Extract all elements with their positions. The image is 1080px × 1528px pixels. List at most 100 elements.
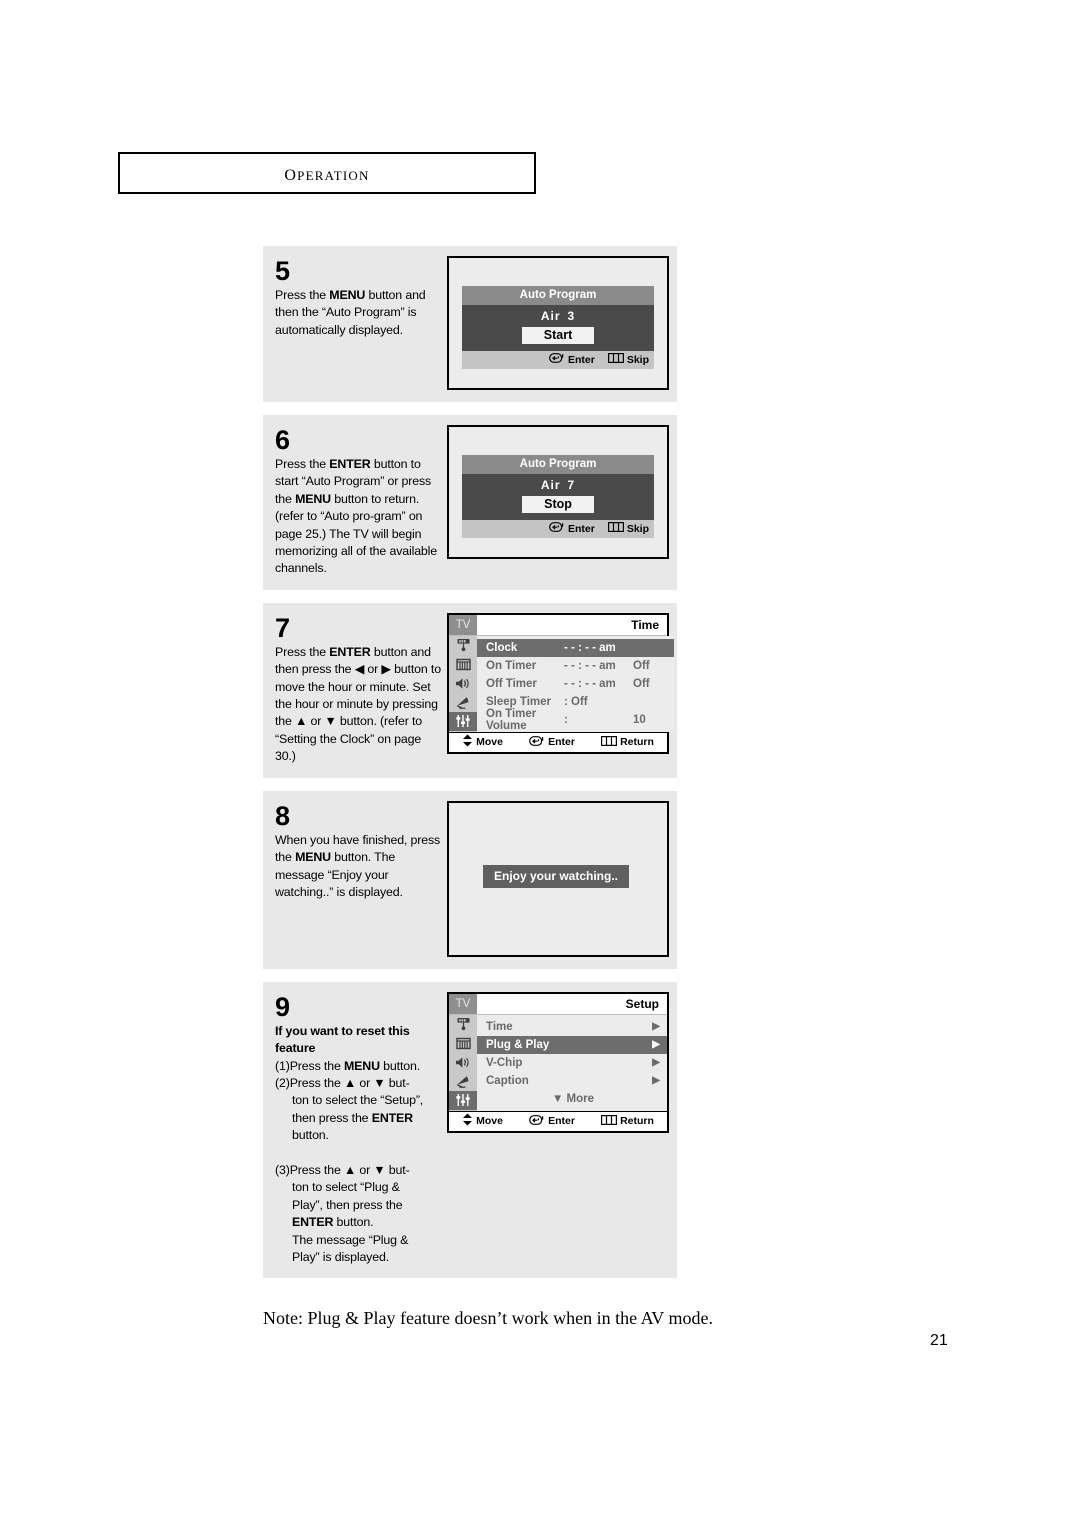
step-7: 7 Press the ENTER button and then press t… [263, 602, 677, 778]
footer-hint-move[interactable]: Move [462, 734, 503, 750]
enter-icon [549, 522, 565, 535]
step-number: 8 [275, 800, 291, 831]
osd-action-button[interactable]: Stop [522, 496, 594, 513]
step-illustration: TV Time Clock - - : - - am On Timer - - : - -… [447, 612, 674, 766]
channel-icon[interactable] [449, 1034, 477, 1053]
air-label: Air [540, 309, 561, 323]
menu-row-label: Sleep Timer [486, 695, 551, 708]
footer-hint-label: Return [620, 736, 654, 749]
tv-menu-header: TV Setup [449, 993, 667, 1015]
menu-row-label: On Timer [486, 659, 537, 672]
footer-hint-skip[interactable]: Skip [607, 522, 649, 535]
menu-row[interactable]: Time ▶ [477, 1018, 667, 1036]
tv-menu-rows: Time ▶ Plug & Play ▶ V-Chip ▶ Caption ▶ ▼ More [477, 1014, 667, 1111]
page-number: 21 [930, 1332, 948, 1349]
menu-row[interactable]: V-Chip ▶ [477, 1054, 667, 1072]
footer-hint-label: Enter [548, 736, 575, 749]
move-icon [462, 734, 473, 750]
footer-hint-label: Move [476, 1115, 503, 1128]
tv-screen: Auto Program Air 7 Stop Enter Skip [447, 425, 669, 559]
satellite-icon[interactable] [449, 1072, 477, 1091]
sound-icon[interactable] [449, 1053, 477, 1072]
footer-hint-enter[interactable]: Enter [529, 735, 575, 749]
picture-icon[interactable] [449, 1015, 477, 1034]
menu-row[interactable]: Caption ▶ [477, 1072, 667, 1090]
menu-row-label: Caption [486, 1074, 529, 1087]
skip-icon [607, 353, 624, 366]
tv-menu-setup: TV Setup Time ▶ Plug & Play ▶ V-Chip ▶ Caption ▶ ▼… [447, 991, 669, 1133]
footer-hint-label: Enter [567, 353, 595, 366]
step-text-column: 6 Press the ENTER button to start “Auto P… [275, 425, 447, 578]
return-icon [601, 735, 618, 749]
tv-menu-icon-rail [449, 1014, 477, 1111]
chevron-right-icon: ▶ [652, 1075, 660, 1087]
tv-menu-heading: Setup [625, 996, 659, 1011]
tv-source-label: TV [449, 993, 477, 1014]
menu-row[interactable]: On Timer - - : - - am Off [477, 657, 674, 675]
step-illustration: Auto Program Air 3 Start Enter Skip [447, 256, 669, 390]
air-value: 7 [567, 478, 576, 492]
menu-row-value: - - : - - am [564, 659, 616, 672]
menu-row[interactable]: Off Timer - - : - - am Off [477, 675, 674, 693]
menu-row-value: - - : - - am [564, 677, 616, 690]
osd-title: Auto Program [462, 455, 654, 474]
air-label: Air [540, 478, 561, 492]
footer-hint-enter[interactable]: Enter [549, 353, 595, 366]
footer-hint-label: Skip [626, 522, 649, 535]
satellite-icon[interactable] [449, 693, 477, 712]
auto-program-osd: Auto Program Air 3 Start Enter Skip [462, 286, 654, 369]
tv-screen: Auto Program Air 3 Start Enter Skip [447, 256, 669, 390]
osd-footer: Move Enter Return [449, 731, 667, 752]
tv-source-label: TV [449, 614, 477, 635]
footer-hint-return[interactable]: Return [601, 1114, 654, 1128]
footer-hint-enter[interactable]: Enter [549, 522, 595, 535]
footer-hint-label: Enter [548, 1115, 575, 1128]
picture-icon[interactable] [449, 636, 477, 655]
tv-menu-time: TV Time Clock - - : - - am On Timer - - : - -… [447, 612, 674, 754]
tv-menu-rows: Clock - - : - - am On Timer - - : - - am Off… [477, 635, 674, 732]
sound-icon[interactable] [449, 674, 477, 693]
footer-hint-move[interactable]: Move [462, 1113, 503, 1129]
osd-body: Air 3 Start [462, 305, 654, 351]
footer-hint-label: Enter [567, 522, 595, 535]
osd-body: Air 7 Stop [462, 474, 654, 520]
step-text-column: 5 Press the MENU button and then the “Aut… [275, 256, 447, 390]
footer-note: Note: Plug & Play feature doesn’t work w… [263, 1308, 713, 1328]
footer-hint-skip[interactable]: Skip [607, 353, 649, 366]
step-number: 5 [275, 256, 291, 286]
menu-row-more[interactable]: ▼ More [477, 1090, 667, 1108]
page-title: Operation [284, 160, 370, 185]
step-number: 6 [275, 425, 291, 455]
menu-row-state: Off [633, 677, 650, 690]
section-header-box: Operation [118, 152, 536, 194]
footer-hint-label: Return [620, 1115, 654, 1128]
setup-sliders-icon[interactable] [449, 711, 477, 731]
menu-row-value: : Off [564, 695, 588, 708]
menu-row-label: Clock [486, 641, 518, 654]
enter-icon [529, 735, 545, 749]
footer-hint-label: Move [476, 736, 503, 749]
menu-row-value: - - : - - am [564, 641, 616, 654]
osd-action-button[interactable]: Start [521, 327, 595, 344]
auto-program-osd: Auto Program Air 7 Stop Enter Skip [462, 455, 654, 538]
setup-sliders-icon[interactable] [449, 1090, 477, 1110]
menu-row-state: Off [633, 659, 650, 672]
air-channel-row: Air 3 [462, 309, 654, 323]
menu-row-label: On Timer Volume [486, 707, 537, 732]
step-number: 9 [275, 991, 291, 1022]
enter-icon [529, 1114, 545, 1128]
chevron-right-icon: ▶ [652, 1021, 660, 1033]
menu-row[interactable]: Plug & Play ▶ [477, 1035, 667, 1054]
footer-hint-label: Skip [626, 353, 649, 366]
footer-hint-return[interactable]: Return [601, 735, 654, 749]
step-illustration: Enjoy your watching.. [447, 800, 669, 957]
footer-hint-enter[interactable]: Enter [529, 1114, 575, 1128]
menu-row-label: Plug & Play [486, 1038, 550, 1051]
menu-row[interactable]: On Timer Volume: 10 [477, 707, 674, 732]
osd-footer: Enter Skip [462, 520, 654, 538]
enter-icon [549, 353, 565, 366]
tv-menu-heading: Time [631, 617, 659, 632]
menu-row-label: Off Timer [486, 677, 537, 690]
menu-row[interactable]: Clock - - : - - am [477, 638, 674, 657]
channel-icon[interactable] [449, 655, 477, 674]
